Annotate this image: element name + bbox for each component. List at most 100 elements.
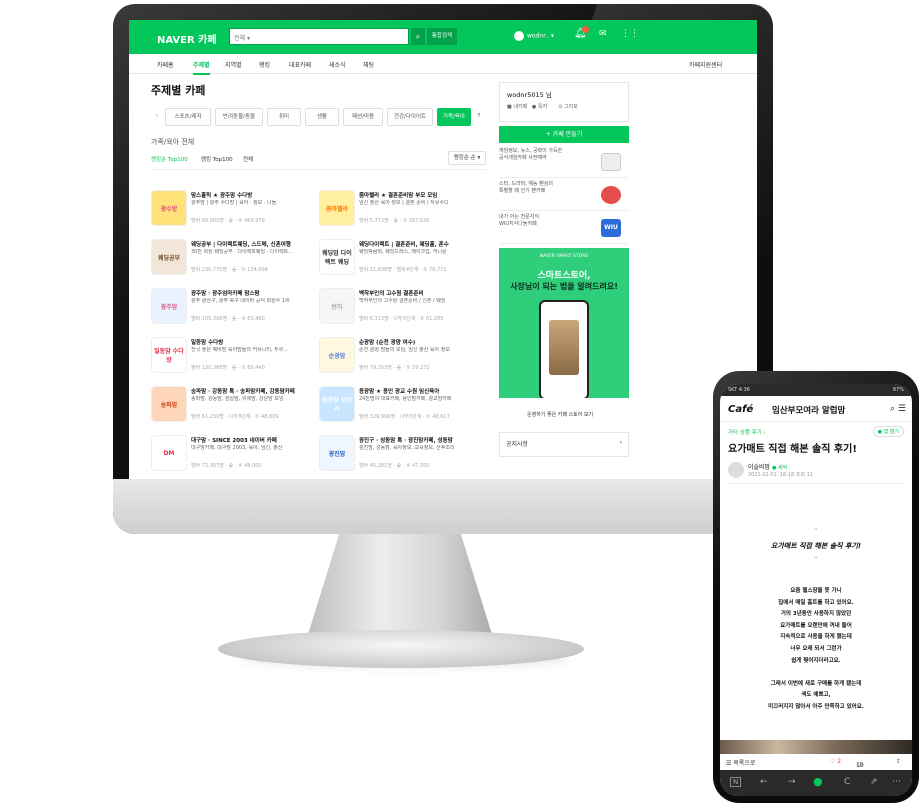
cafe-name[interactable]: 웨딩공부 | 다이렉트웨딩, 스드메, 신혼여행	[191, 240, 316, 248]
cafe-name[interactable]: 용광맘 ★ 용인 광교 수원 임신육아	[359, 387, 484, 395]
cafe-name[interactable]: 일등맘 수다방	[191, 338, 316, 346]
avatar[interactable]	[728, 462, 744, 478]
nav-item-featured[interactable]: 대표카페	[289, 60, 311, 69]
cafe-thumbnail[interactable]: 웨딩업 다이렉트 웨딩	[319, 239, 355, 275]
store-link[interactable]: 운영하기 좋은 카페 스토어 보기	[499, 404, 629, 426]
breadcrumb[interactable]: 가타 상품 후기 ›	[728, 428, 766, 436]
tab-life[interactable]: 생활	[305, 108, 339, 126]
nav-item-ranking[interactable]: 랭킹	[259, 60, 270, 69]
total-search-button[interactable]: 통합검색	[427, 28, 457, 45]
support-center-link[interactable]: 카페지원센터	[689, 60, 722, 69]
cafe-name[interactable]: 광주맘 · 광주엄마카페 맘스팜	[191, 289, 316, 297]
grip-link[interactable]: ⊙ 그리포	[558, 104, 578, 110]
naver-cafe-logo[interactable]: NAVER 카페	[157, 31, 217, 46]
nav-item-home[interactable]: 카페홈	[157, 60, 174, 69]
cafe-meta: 멤버 6,313명 · 나무3단계 · ⑤ 61,285	[359, 316, 444, 322]
message-link[interactable]: ● 쪽지	[532, 104, 547, 110]
make-cafe-button[interactable]: + 카페 만들기	[499, 126, 629, 143]
tab-fashion[interactable]: 패션/미용	[343, 108, 383, 126]
category-tabs: ‹ 스포츠/레저 반려동물/동물 취미 생활 패션/미용 건강/다이어트 가족/…	[151, 108, 486, 126]
nav-item-chat[interactable]: 채팅	[363, 60, 374, 69]
cafe-thumbnail[interactable]: 반지	[319, 288, 355, 324]
my-cafe-link[interactable]: ■ 내카페	[507, 104, 527, 110]
search-scope[interactable]: 전체	[234, 35, 245, 42]
menu-icon[interactable]: ☰	[898, 404, 906, 414]
smartstore-ad[interactable]: NAVER SMART STORE 스마트스토어, 사장님이 되는 법을 알려드…	[499, 248, 629, 398]
tab-all[interactable]: 전체	[243, 155, 253, 163]
cafe-item[interactable]: 광수방 맘스홀릭 ★ 광주맘 수다방 광주맘 | 광주 수다방 | 육아 · 정보 …	[151, 190, 316, 236]
tab-rank-top100[interactable]: 랭킹 Top100	[201, 155, 233, 163]
cafe-name[interactable]: 송파맘 · 강동맘 톡 · 송파맘카페, 강동맘카페	[191, 387, 316, 395]
refresh-icon[interactable]: C	[844, 777, 850, 787]
cafe-thumbnail[interactable]: 광주맘	[151, 288, 187, 324]
tab-sports[interactable]: 스포츠/레저	[165, 108, 211, 126]
cafe-item[interactable]: 줌마렐라 줌마렐라 ★ 결혼준비맘 부모 모임 임신 출산 육아 정보 | 결혼 준…	[319, 190, 484, 236]
cafe-thumbnail[interactable]: 웨딩공부	[151, 239, 187, 275]
cafe-name[interactable]: 순광맘 (순천 광양 여수)	[359, 338, 484, 346]
nav-item-news[interactable]: 새소식	[329, 60, 346, 69]
quote-title: 요가매트 직접 해본 솔직 후기!	[770, 542, 862, 550]
tab-health[interactable]: 건강/다이어트	[387, 108, 433, 126]
nav-item-topic[interactable]: 주제별	[193, 60, 210, 75]
cafe-item[interactable]: DM 대구맘 · SINCE 2003 네이버 카페 대구맘카페, 대구맘 2003…	[151, 435, 316, 479]
cafe-name[interactable]: 대구맘 · SINCE 2003 네이버 카페	[191, 436, 316, 444]
sort-select[interactable]: 랭킹순 순 ▾	[448, 151, 486, 165]
cafe-thumbnail[interactable]: 광진맘	[319, 435, 355, 471]
cafe-item[interactable]: 순광맘 순광맘 (순천 광양 여수) 순천 광양 맘들의 모임, 임신 출산 육아 …	[319, 337, 484, 383]
cafe-item[interactable]: 송파맘 송파맘 · 강동맘 톡 · 송파맘카페, 강동맘카페 송파맘, 강동맘, 잠…	[151, 386, 316, 432]
green-dot-icon[interactable]: ●	[813, 775, 823, 788]
search-input[interactable]: 전체 ▾	[229, 28, 409, 45]
cafe-name[interactable]: 줌마렐라 ★ 결혼준비맘 부모 모임	[359, 191, 484, 199]
like-button[interactable]: ♡ 2	[830, 758, 841, 765]
promo-fan[interactable]: 스타, 드라마, 예능 팬심의 특별할 때 인기 팬카페	[499, 181, 629, 211]
mail-icon[interactable]: ✉	[599, 29, 607, 39]
tab-more[interactable]: ↑	[473, 108, 485, 126]
user-menu[interactable]: wodnr.. ▾	[514, 31, 554, 41]
naver-icon[interactable]: N	[730, 777, 742, 787]
monitor-base	[218, 630, 584, 668]
nav-item-region[interactable]: 지역별	[225, 60, 242, 69]
cafe-item[interactable]: 광진맘 광진구 · 성동맘 톡 · 광진맘카페, 성동맘 광진맘, 성동맘, 육아정…	[319, 435, 484, 479]
cafe-thumbnail[interactable]: 송파맘	[151, 386, 187, 422]
cafe-name[interactable]: 임산부모여라 알럽맘	[772, 404, 845, 416]
tab-ranking-top100[interactable]: 랭킹순 Top100	[151, 155, 188, 163]
cafe-item[interactable]: 반지 백작부인의 고수원 결혼준비 백작부인의 고수원 결혼준비 / 신혼 / 웨딩…	[319, 288, 484, 334]
cafe-item[interactable]: 웨딩업 다이렉트 웨딩 웨딩다이렉트 | 결혼준비, 웨딩홀, 혼수 웨딩박람회, …	[319, 239, 484, 285]
cafe-thumbnail[interactable]: 줌마렐라	[319, 190, 355, 226]
cafe-thumbnail[interactable]: 용광맘 모여라	[319, 386, 355, 422]
category-prev-button[interactable]: ‹	[151, 108, 163, 126]
cafe-name[interactable]: 웨딩다이렉트 | 결혼준비, 웨딩홀, 혼수	[359, 240, 484, 248]
grid-icon[interactable]: ⋮⋮	[621, 29, 639, 39]
cafe-item[interactable]: 광주맘 광주맘 · 광주엄마카페 맘스팜 광주 광산구, 광주 북구 네이버 공식 …	[151, 288, 316, 334]
promo-game[interactable]: 게임정보, 뉴스, 공략이 가득한 공식게임카페 사전예약	[499, 148, 629, 178]
cafe-item[interactable]: 일등맘 수다방 일등맘 수다방 전국 좋은 예비맘 육아맘들의 커뮤니티, 두루..…	[151, 337, 316, 383]
forward-icon[interactable]: →	[788, 777, 796, 787]
tab-family[interactable]: 가족/육아	[437, 108, 471, 126]
cafe-thumbnail[interactable]: 일등맘 수다방	[151, 337, 187, 373]
cafe-name[interactable]: 맘스홀릭 ★ 광주맘 수다방	[191, 191, 316, 199]
cafe-name[interactable]: 광진구 · 성동맘 톡 · 광진맘카페, 성동맘	[359, 436, 484, 444]
notice-box[interactable]: 공지사항 ›	[499, 432, 629, 457]
cafe-logo[interactable]: Café	[728, 404, 753, 415]
ad-phone-image	[539, 300, 589, 398]
monitor-stand	[305, 534, 495, 644]
back-icon[interactable]: ←	[760, 777, 768, 787]
more-icon[interactable]: ⋯	[892, 777, 901, 787]
promo-wiu[interactable]: 내가 아는 전문지식 WIU지식나눔카페 WIU	[499, 214, 629, 244]
search-icon[interactable]: ⌕	[890, 404, 895, 414]
list-button[interactable]: ☰ 목록으로	[726, 758, 755, 767]
post-body-line: 너무 오래 되서 그런가	[790, 645, 842, 652]
cafe-item[interactable]: 용광맘 모여라 용광맘 ★ 용인 광교 수원 임신육아 24만명의 대표카페, 용인…	[319, 386, 484, 432]
open-app-button[interactable]: ● 앱 열기	[872, 426, 904, 437]
cafe-thumbnail[interactable]: 순광맘	[319, 337, 355, 373]
share-nav-icon[interactable]: ⇗	[870, 777, 878, 787]
share-icon[interactable]: ⇪	[896, 758, 901, 765]
tab-pets[interactable]: 반려동물/동물	[215, 108, 263, 126]
tab-hobby[interactable]: 취미	[267, 108, 301, 126]
cafe-name[interactable]: 백작부인의 고수원 결혼준비	[359, 289, 484, 297]
author-name[interactable]: 이슬비맘	[748, 464, 770, 471]
search-icon[interactable]: ⌕	[411, 28, 425, 45]
cafe-thumbnail[interactable]: 광수방	[151, 190, 187, 226]
cafe-item[interactable]: 웨딩공부 웨딩공부 | 다이렉트웨딩, 스드메, 신혼여행 30만 회원 웨딩공부 …	[151, 239, 316, 285]
cafe-thumbnail[interactable]: DM	[151, 435, 187, 471]
